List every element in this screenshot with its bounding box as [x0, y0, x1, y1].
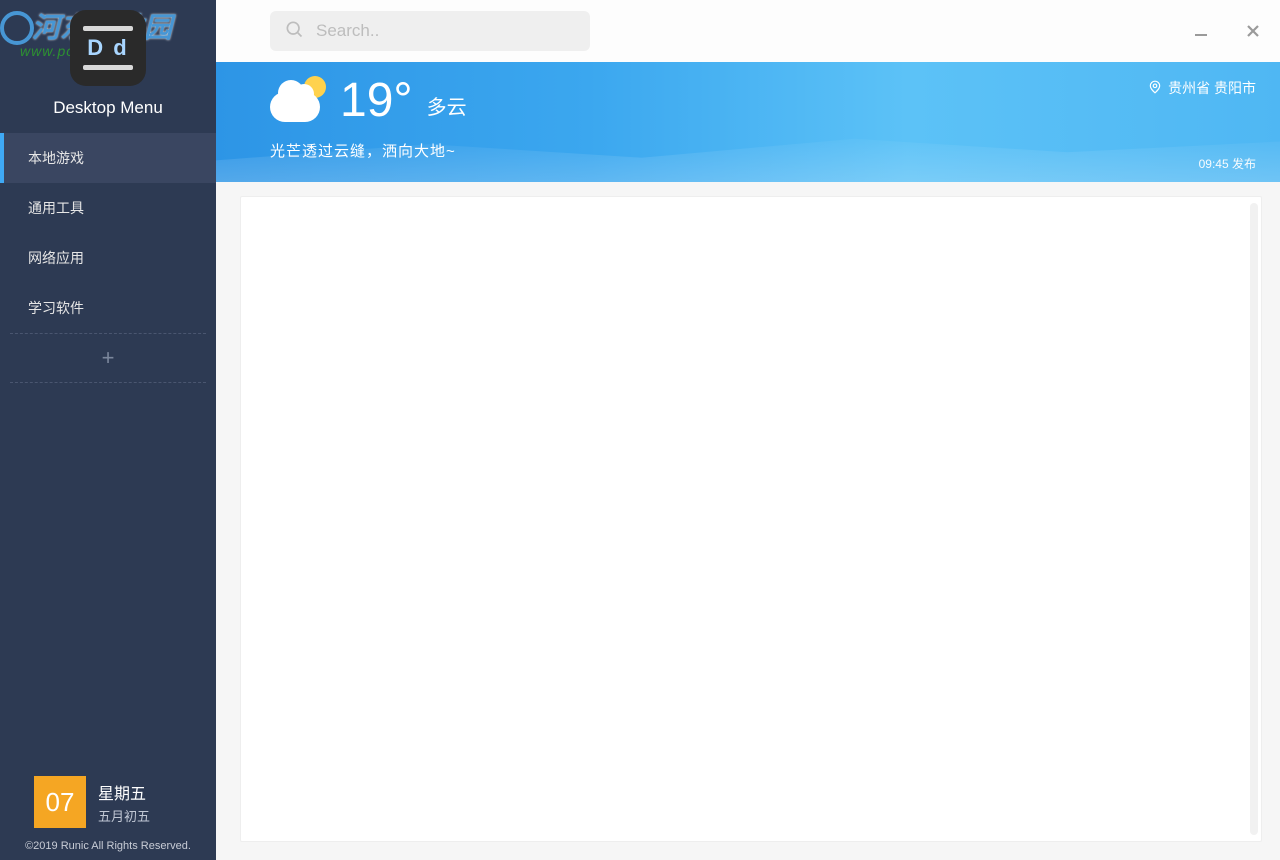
- content-panel: [240, 196, 1262, 842]
- topbar: [216, 0, 1280, 62]
- sidebar-footer: 07 星期五 五月初五 ©2019 Runic All Rights Reser…: [0, 776, 216, 860]
- sidebar-item-label: 通用工具: [28, 198, 84, 218]
- sidebar-item-label: 学习软件: [28, 298, 84, 318]
- app-title: Desktop Menu: [53, 98, 163, 118]
- content-wrap: [216, 182, 1280, 860]
- date-weekday: 星期五: [98, 780, 150, 804]
- search-input[interactable]: [316, 21, 576, 41]
- sidebar-item-network-apps[interactable]: 网络应用: [0, 233, 216, 283]
- location-pin-icon: [1148, 80, 1162, 97]
- minimize-button[interactable]: [1192, 22, 1210, 40]
- sidebar-add-category[interactable]: +: [10, 333, 206, 383]
- sidebar: 河东软件园 www.pc0359.cn D d Desktop Menu 本地游…: [0, 0, 216, 860]
- date-day: 07: [34, 776, 86, 828]
- weather-banner: 19° 多云 光芒透过云缝，洒向大地~ 贵州省 贵阳市 09:45 发布: [216, 62, 1280, 182]
- weather-publish-time: 09:45 发布: [1199, 155, 1256, 172]
- date-widget[interactable]: 07 星期五 五月初五: [0, 776, 216, 840]
- plus-icon: +: [102, 345, 115, 371]
- weather-location[interactable]: 贵州省 贵阳市: [1148, 78, 1256, 98]
- main-area: 19° 多云 光芒透过云缝，洒向大地~ 贵州省 贵阳市 09:45 发布: [216, 0, 1280, 860]
- sidebar-item-label: 本地游戏: [28, 148, 84, 168]
- sidebar-header: 河东软件园 www.pc0359.cn D d Desktop Menu: [0, 0, 216, 133]
- search-box[interactable]: [270, 11, 590, 51]
- close-button[interactable]: [1244, 22, 1262, 40]
- weather-condition: 多云: [427, 91, 467, 120]
- window-controls: [1192, 22, 1262, 40]
- sidebar-item-study-software[interactable]: 学习软件: [0, 283, 216, 333]
- weather-icon: [270, 76, 330, 126]
- sidebar-item-local-games[interactable]: 本地游戏: [0, 133, 216, 183]
- weather-description: 光芒透过云缝，洒向大地~: [270, 140, 1256, 161]
- date-text: 星期五 五月初五: [98, 780, 150, 825]
- sidebar-nav: 本地游戏 通用工具 网络应用 学习软件 +: [0, 133, 216, 383]
- weather-temperature: 19°: [340, 77, 413, 125]
- sidebar-item-label: 网络应用: [28, 248, 84, 268]
- app-icon: D d: [70, 10, 146, 86]
- date-lunar: 五月初五: [98, 806, 150, 825]
- content-scrollbar[interactable]: [1250, 203, 1258, 835]
- sidebar-item-common-tools[interactable]: 通用工具: [0, 183, 216, 233]
- search-icon: [284, 19, 304, 44]
- weather-location-text: 贵州省 贵阳市: [1168, 78, 1256, 98]
- copyright: ©2019 Runic All Rights Reserved.: [0, 840, 216, 852]
